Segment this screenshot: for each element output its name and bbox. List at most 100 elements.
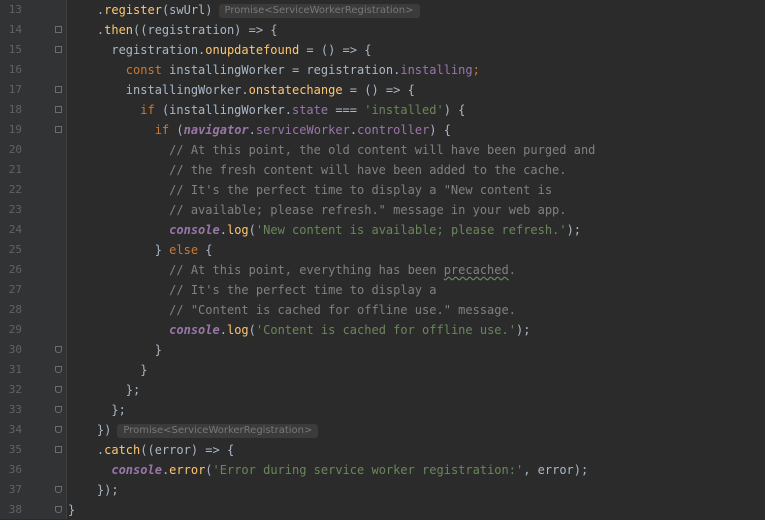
line-number: 27	[8, 283, 22, 296]
code-text: installingWorker.onstatechange = () => {	[68, 80, 415, 100]
code-text: // "Content is cached for offline use." …	[68, 300, 516, 320]
fold-marker-icon[interactable]	[55, 406, 62, 413]
code-token: onupdatefound	[205, 43, 300, 57]
code-line[interactable]: 37 });	[0, 480, 765, 500]
code-line[interactable]: 33 };	[0, 400, 765, 420]
code-line[interactable]: 34 }) Promise<ServiceWorkerRegistration>	[0, 420, 765, 440]
line-number: 13	[8, 3, 22, 16]
fold-marker-icon[interactable]	[55, 386, 62, 393]
code-token: precached	[443, 263, 509, 277]
line-number: 22	[8, 183, 22, 196]
fold-marker-icon[interactable]	[55, 26, 62, 33]
code-token: .	[248, 123, 256, 137]
code-line[interactable]: 25 } else {	[0, 240, 765, 260]
code-token: }	[68, 243, 170, 257]
code-token: 'Content is cached for offline use.'	[255, 323, 516, 337]
fold-marker-icon[interactable]	[55, 346, 62, 353]
code-token: navigator	[183, 123, 249, 137]
code-token: );	[515, 323, 531, 337]
fold-marker-icon[interactable]	[55, 506, 62, 513]
code-token: state	[291, 103, 329, 117]
code-line[interactable]: 18 if (installingWorker.state === 'insta…	[0, 100, 765, 120]
line-number: 33	[8, 403, 22, 416]
code-token: ===	[328, 103, 365, 117]
code-line[interactable]: 20 // At this point, the old content wil…	[0, 140, 765, 160]
code-line[interactable]: 23 // available; please refresh." messag…	[0, 200, 765, 220]
type-hint-badge: Promise<ServiceWorkerRegistration>	[218, 4, 420, 18]
code-line[interactable]: 35 .catch((error) => {	[0, 440, 765, 460]
type-hint-badge: Promise<ServiceWorkerRegistration>	[117, 424, 319, 438]
line-number: 20	[8, 143, 22, 156]
code-line[interactable]: 36 console.error('Error during service w…	[0, 460, 765, 480]
fold-marker-icon[interactable]	[55, 106, 62, 113]
code-token: // the fresh content will have been adde…	[169, 163, 567, 177]
code-line[interactable]: 27 // It's the perfect time to display a	[0, 280, 765, 300]
line-number: 19	[8, 123, 22, 136]
code-editor[interactable]: 13 .register(swUrl) Promise<ServiceWorker…	[0, 0, 765, 519]
code-text: };	[68, 380, 140, 400]
fold-marker-icon[interactable]	[55, 46, 62, 53]
fold-marker-icon[interactable]	[55, 126, 62, 133]
code-line[interactable]: 21 // the fresh content will have been a…	[0, 160, 765, 180]
line-number: 32	[8, 383, 22, 396]
code-line[interactable]: 17 installingWorker.onstatechange = () =…	[0, 80, 765, 100]
code-token: then	[104, 23, 134, 37]
code-token: 'installed'	[364, 103, 444, 117]
code-token: log	[226, 223, 249, 237]
code-token: = () => {	[342, 83, 415, 97]
code-line[interactable]: 16 const installingWorker = registration…	[0, 60, 765, 80]
code-token: {	[205, 243, 213, 257]
code-text: // It's the perfect time to display a	[68, 280, 436, 300]
code-line[interactable]: 31 }	[0, 360, 765, 380]
line-number: 28	[8, 303, 22, 316]
code-token: // At this point, the old content will h…	[169, 143, 596, 157]
fold-marker-icon[interactable]	[55, 486, 62, 493]
code-text: });	[68, 480, 119, 500]
code-text: .then((registration) => {	[68, 20, 278, 40]
code-line[interactable]: 32 };	[0, 380, 765, 400]
code-token: ((error) => {	[140, 443, 235, 457]
line-number: 25	[8, 243, 22, 256]
code-line[interactable]: 26 // At this point, everything has been…	[0, 260, 765, 280]
line-number: 18	[8, 103, 22, 116]
code-line[interactable]: 15 registration.onupdatefound = () => {	[0, 40, 765, 60]
code-token: log	[226, 323, 249, 337]
code-line[interactable]: 19 if (navigator.serviceWorker.controlle…	[0, 120, 765, 140]
code-text: // available; please refresh." message i…	[68, 200, 567, 220]
code-line[interactable]: 14 .then((registration) => {	[0, 20, 765, 40]
code-token: (installingWorker.	[161, 103, 292, 117]
code-token: // It's the perfect time to display a	[169, 283, 437, 297]
code-line[interactable]: 13 .register(swUrl) Promise<ServiceWorker…	[0, 0, 765, 20]
code-line[interactable]: 30 }	[0, 340, 765, 360]
code-line[interactable]: 38}	[0, 500, 765, 520]
code-line[interactable]: 29 console.log('Content is cached for of…	[0, 320, 765, 340]
code-token: onstatechange	[248, 83, 343, 97]
line-number: 30	[8, 343, 22, 356]
code-token: );	[566, 223, 582, 237]
code-token: .	[68, 23, 105, 37]
code-line[interactable]: 24 console.log('New content is available…	[0, 220, 765, 240]
code-text: if (installingWorker.state === 'installe…	[68, 100, 465, 120]
fold-marker-icon[interactable]	[55, 366, 62, 373]
code-token: controller	[357, 123, 430, 137]
fold-marker-icon[interactable]	[55, 426, 62, 433]
code-token: ;	[472, 63, 480, 77]
code-token: // available; please refresh." message i…	[169, 203, 567, 217]
fold-marker-icon[interactable]	[55, 86, 62, 93]
code-token: ((registration) => {	[133, 23, 278, 37]
code-text: // At this point, everything has been pr…	[68, 260, 516, 280]
code-text: if (navigator.serviceWorker.controller) …	[68, 120, 451, 140]
line-number: 16	[8, 63, 22, 76]
code-token: catch	[104, 443, 141, 457]
code-line[interactable]: 22 // It's the perfect time to display a…	[0, 180, 765, 200]
fold-marker-icon[interactable]	[55, 446, 62, 453]
code-text: } else {	[68, 240, 213, 260]
line-number: 29	[8, 323, 22, 336]
code-line[interactable]: 28 // "Content is cached for offline use…	[0, 300, 765, 320]
